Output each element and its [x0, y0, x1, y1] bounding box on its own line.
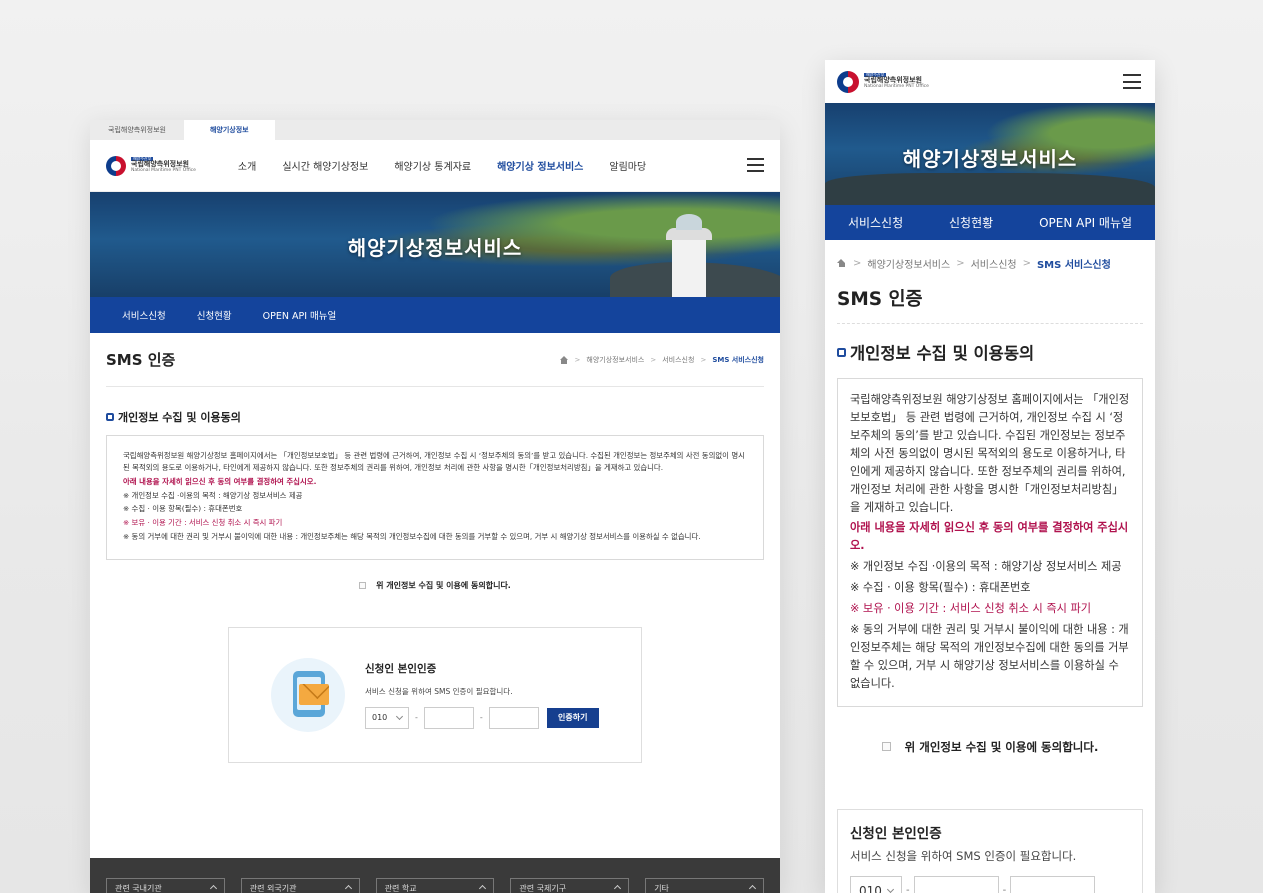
chevron-up-icon	[479, 884, 487, 893]
logo-eng: National Maritime PNT Office	[864, 84, 929, 90]
verify-button[interactable]: 인증하기	[546, 707, 599, 728]
agreement-notice: 아래 내용을 자세히 읽으신 후 동의 여부를 결정하여 주십시오.	[123, 476, 317, 486]
auth-desc: 서비스 신청을 위하여 SMS 인증이 필요합니다.	[365, 686, 513, 696]
auth-desc: 서비스 신청을 위하여 SMS 인증이 필요합니다.	[850, 848, 1077, 863]
home-icon[interactable]	[559, 355, 569, 364]
phone-prefix-select[interactable]: 010	[365, 706, 409, 729]
page-title: SMS 인증	[837, 285, 1143, 324]
consent-row: 위 개인정보 수집 및 이용에 동의합니다.	[106, 580, 764, 591]
consent-label[interactable]: 위 개인정보 수집 및 이용에 동의합니다.	[905, 739, 1099, 755]
agreement-items: ※ 수집 · 이용 항목(필수) : 휴대폰번호	[850, 581, 1031, 595]
desktop-mockup: 국립해양측위정보원 해양기상정보 해양수산부 국립해양측위정보원 Nationa…	[90, 120, 780, 893]
chevron-up-icon	[748, 884, 757, 893]
subnav-status[interactable]: 신청현황	[949, 214, 993, 231]
subnav-api-manual[interactable]: OPEN API 매뉴얼	[1039, 214, 1132, 231]
agreement-purpose: ※ 개인정보 수집 ·이용의 목적 : 해양기상 정보서비스 제공	[123, 490, 303, 500]
square-bullet-icon	[106, 413, 114, 421]
site-logo[interactable]: 해양수산부 국립해양측위정보원 National Maritime PNT Of…	[106, 155, 196, 176]
site-tab-bar: 국립해양측위정보원 해양기상정보	[90, 120, 780, 140]
phone-last-input[interactable]	[488, 706, 539, 729]
sub-nav: 서비스신청 신청현황 OPEN API 매뉴얼	[90, 297, 780, 333]
hero-title: 해양기상정보서비스	[347, 236, 523, 260]
agreement-notice: 아래 내용을 자세히 읽으신 후 동의 여부를 결정하여 주십시오.	[850, 521, 1129, 553]
mobile-header: 해양수산부 국립해양측위정보원 National Maritime PNT Of…	[825, 60, 1155, 103]
agreement-intro: 국립해양측위정보원 해양기상정보 홈페이지에서는 「개인정보보호법」 등 관련 …	[850, 393, 1130, 514]
subnav-apply[interactable]: 서비스신청	[122, 308, 166, 322]
home-icon[interactable]	[837, 259, 847, 268]
section-title: 개인정보 수집 및 이용동의	[106, 409, 764, 425]
agreement-box: 국립해양측위정보원 해양기상정보 홈페이지에서는 「개인정보보호법」 등 관련 …	[837, 378, 1143, 707]
chevron-up-icon	[344, 884, 352, 893]
nav-item-realtime[interactable]: 실시간 해양기상정보	[282, 158, 368, 173]
agreement-box: 국립해양측위정보원 해양기상정보 홈페이지에서는 「개인정보보호법」 등 관련 …	[106, 435, 764, 560]
menu-icon[interactable]	[1123, 74, 1141, 89]
sms-envelope-icon	[271, 657, 345, 732]
breadcrumb: > 해양기상정보서비스 > 서비스신청 > SMS 서비스신청	[837, 256, 1143, 271]
emblem-icon	[837, 70, 859, 93]
desktop-header: 해양수산부 국립해양측위정보원 National Maritime PNT Of…	[90, 140, 780, 192]
breadcrumb: > 해양기상정보서비스 > 서비스신청 > SMS 서비스신청	[559, 355, 764, 365]
agreement-items: ※ 수집 · 이용 항목(필수) : 휴대폰번호	[123, 504, 243, 514]
consent-checkbox[interactable]	[359, 581, 367, 589]
nav-item-service[interactable]: 해양기상 정보서비스	[497, 158, 583, 173]
consent-row: 위 개인정보 수집 및 이용에 동의합니다.	[837, 739, 1143, 755]
consent-checkbox[interactable]	[881, 742, 891, 752]
site-tab-weather[interactable]: 해양기상정보	[183, 120, 275, 140]
emblem-icon	[106, 155, 126, 176]
main-nav: 소개 실시간 해양기상정보 해양기상 통계자료 해양기상 정보서비스 알림마당	[238, 158, 672, 173]
nav-item-notice[interactable]: 알림마당	[609, 158, 646, 173]
logo-eng: National Maritime PNT Office	[131, 168, 196, 174]
subnav-apply[interactable]: 서비스신청	[848, 214, 903, 231]
auth-card: 신청인 본인인증 서비스 신청을 위하여 SMS 인증이 필요합니다. 010 …	[837, 808, 1143, 893]
chevron-up-icon	[209, 884, 217, 893]
breadcrumb-current: SMS 서비스신청	[712, 355, 764, 364]
mobile-mockup: 해양수산부 국립해양측위정보원 National Maritime PNT Of…	[825, 60, 1155, 893]
footer-select-intl[interactable]: 관련 국제기구	[510, 878, 630, 893]
footer-select-etc[interactable]: 기타	[645, 878, 764, 893]
footer-select-foreign[interactable]: 관련 외국기관	[240, 878, 360, 893]
hero-banner: 해양기상정보서비스	[90, 192, 780, 297]
hero-title: 해양기상정보서비스	[902, 147, 1078, 171]
menu-icon[interactable]	[747, 158, 764, 172]
breadcrumb-item[interactable]: 해양기상정보서비스	[586, 355, 644, 365]
agreement-refusal: ※ 동의 거부에 대한 권리 및 거부시 불이익에 대한 내용 : 개인정보주체…	[123, 532, 701, 542]
auth-title: 신청인 본인인증	[850, 825, 942, 842]
breadcrumb-item[interactable]: 서비스신청	[971, 256, 1017, 271]
agreement-retention: ※ 보유 · 이용 기간 : 서비스 신청 취소 시 즉시 파기	[123, 518, 283, 528]
site-logo[interactable]: 해양수산부 국립해양측위정보원 National Maritime PNT Of…	[837, 70, 929, 93]
auth-title: 신청인 본인인증	[365, 662, 437, 675]
breadcrumb-item[interactable]: 해양기상정보서비스	[867, 256, 950, 271]
square-bullet-icon	[837, 347, 846, 357]
agreement-purpose: ※ 개인정보 수집 ·이용의 목적 : 해양기상 정보서비스 제공	[850, 560, 1122, 574]
phone-prefix-select[interactable]: 010	[850, 875, 902, 893]
agreement-refusal: ※ 동의 거부에 대한 권리 및 거부시 불이익에 대한 내용 : 개인정보주체…	[850, 623, 1129, 690]
hero-banner: 해양기상정보서비스	[825, 103, 1155, 205]
phone-last-input[interactable]	[1010, 875, 1096, 893]
subnav-api-manual[interactable]: OPEN API 매뉴얼	[263, 308, 337, 322]
phone-middle-input[interactable]	[423, 706, 474, 729]
chevron-up-icon	[614, 884, 622, 893]
breadcrumb-item[interactable]: 서비스신청	[662, 355, 694, 365]
breadcrumb-current: SMS 서비스신청	[1036, 260, 1111, 271]
sub-nav: 서비스신청 신청현황 OPEN API 매뉴얼	[825, 205, 1155, 240]
auth-card: 신청인 본인인증 서비스 신청을 위하여 SMS 인증이 필요합니다. 010 …	[228, 626, 642, 763]
phone-middle-input[interactable]	[913, 875, 999, 893]
footer-select-school[interactable]: 관련 학교	[375, 878, 495, 893]
nav-item-stats[interactable]: 해양기상 통계자료	[394, 158, 471, 173]
chevron-down-icon	[395, 712, 404, 720]
nav-item-intro[interactable]: 소개	[238, 158, 256, 173]
site-tab-org[interactable]: 국립해양측위정보원	[90, 120, 184, 140]
chevron-down-icon	[886, 885, 895, 893]
agreement-intro: 국립해양측위정보원 해양기상정보 홈페이지에서는 「개인정보보호법」 등 관련 …	[123, 451, 745, 472]
subnav-status[interactable]: 신청현황	[197, 308, 232, 322]
page-title: SMS 인증	[106, 351, 176, 369]
footer-select-domestic[interactable]: 관련 국내기관	[106, 878, 225, 893]
agreement-retention: ※ 보유 · 이용 기간 : 서비스 신청 취소 시 즉시 파기	[850, 602, 1092, 616]
consent-label[interactable]: 위 개인정보 수집 및 이용에 동의합니다.	[376, 580, 511, 591]
section-title: 개인정보 수집 및 이용동의	[837, 340, 1143, 364]
footer-links: 관련 국내기관 관련 외국기관 관련 학교 관련 국제기구 기타	[90, 858, 780, 893]
